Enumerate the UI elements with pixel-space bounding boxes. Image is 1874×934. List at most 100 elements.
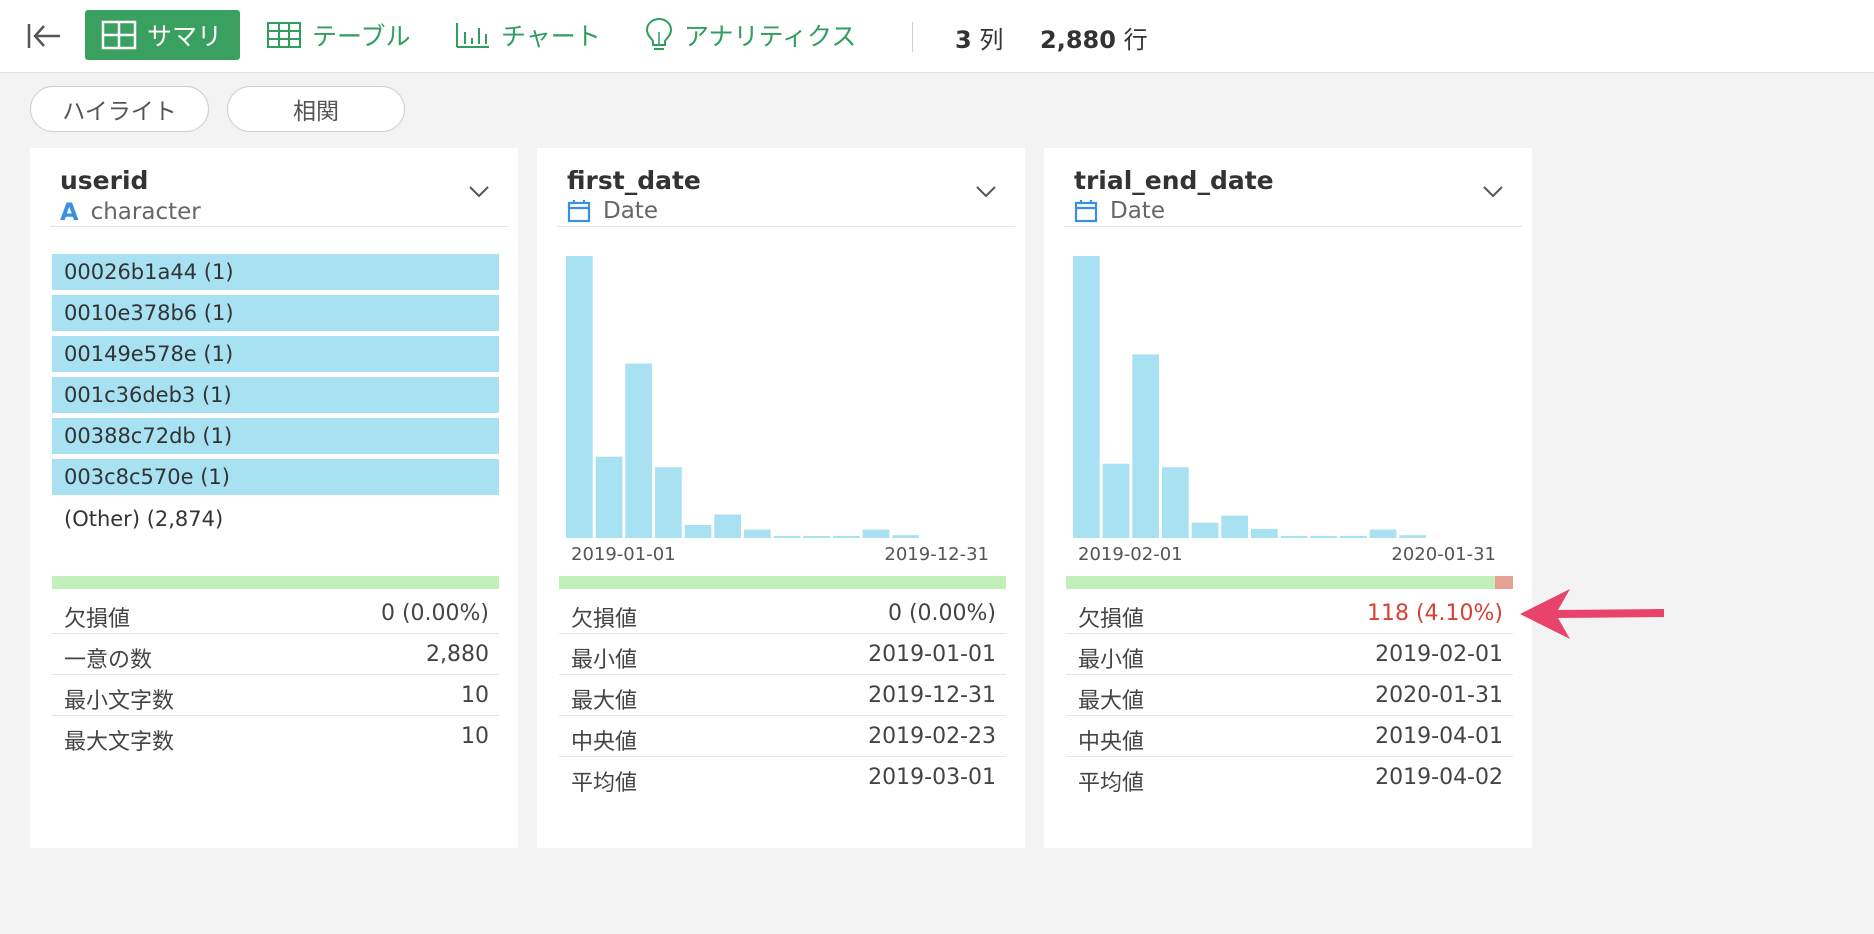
column-count-value: 3	[955, 26, 972, 54]
histogram-bar[interactable]	[773, 536, 801, 538]
histogram-bar[interactable]	[1191, 522, 1219, 538]
quality-bar	[1066, 576, 1513, 589]
column-count: 3 列	[955, 20, 1003, 55]
collapse-back-icon[interactable]	[24, 16, 64, 56]
stat-label: 最小値	[571, 648, 638, 673]
histogram-bar[interactable]	[1162, 467, 1189, 538]
top-value-row[interactable]: 00388c72db (1)	[52, 418, 499, 454]
histogram-bar[interactable]	[1102, 463, 1130, 538]
stat-label: 最小値	[1078, 648, 1145, 673]
tab-table[interactable]: テーブル	[266, 10, 411, 60]
stat-value: 2019-12-31	[868, 683, 996, 708]
histogram[interactable]	[565, 252, 1005, 542]
histogram-bar[interactable]	[1399, 535, 1426, 538]
stat-row: 最小値 2019-02-01	[1066, 635, 1513, 675]
column-name: trial_end_date	[1074, 166, 1274, 195]
highlight-label: ハイライト	[62, 99, 177, 125]
histogram-bar[interactable]	[1132, 354, 1159, 538]
calendar-icon	[1074, 200, 1098, 223]
chevron-down-icon[interactable]	[973, 178, 999, 204]
top-value-label: 00149e578e (1)	[64, 342, 234, 366]
histogram-bar[interactable]	[1369, 529, 1397, 538]
stat-row: 欠損値 0 (0.00%)	[559, 594, 1006, 634]
histogram-bar[interactable]	[684, 525, 712, 538]
stat-label: 最大値	[1078, 689, 1145, 714]
axis-end-label: 2020-01-31	[1391, 544, 1496, 565]
stat-row: 欠損値 118 (4.10%)	[1066, 594, 1513, 634]
column-card-userid: userid A character 00026b1a44 (1) 0010e3…	[30, 148, 518, 848]
histogram-bar[interactable]	[566, 256, 593, 538]
top-value-row[interactable]: 003c8c570e (1)	[52, 459, 499, 495]
missing-segment	[1494, 576, 1513, 589]
column-type: Date	[567, 198, 658, 224]
row-count: 2,880 行	[1040, 20, 1148, 55]
calendar-icon	[567, 200, 591, 223]
histogram-bar[interactable]	[595, 456, 623, 538]
tab-chart[interactable]: チャート	[455, 10, 601, 60]
stat-label: 欠損値	[1078, 607, 1145, 632]
stat-row: 欠損値 0 (0.00%)	[52, 594, 499, 634]
column-card-trial-end-date: trial_end_date Date 2019-02-01 2020-01-3…	[1044, 148, 1532, 848]
stat-label: 最小文字数	[64, 689, 175, 714]
stat-value: 2020-01-31	[1375, 683, 1503, 708]
histogram-bar[interactable]	[744, 529, 771, 538]
bar-chart-icon	[456, 23, 489, 48]
column-type: A character	[60, 198, 201, 226]
lightbulb-icon	[645, 17, 673, 50]
summary-grid-icon	[101, 20, 137, 50]
stat-row: 最小文字数 10	[52, 676, 499, 716]
histogram-bar[interactable]	[862, 529, 890, 538]
top-value-label: 001c36deb3 (1)	[64, 383, 232, 407]
top-value-row[interactable]: 00149e578e (1)	[52, 336, 499, 372]
histogram-bar[interactable]	[1340, 535, 1367, 538]
stat-label: 欠損値	[64, 607, 131, 632]
stat-value: 2019-04-02	[1375, 765, 1503, 790]
histogram-bar[interactable]	[714, 514, 741, 539]
top-value-row[interactable]: 00026b1a44 (1)	[52, 254, 499, 290]
top-value-label: 00026b1a44 (1)	[64, 260, 234, 284]
column-type: Date	[1074, 198, 1165, 224]
stat-value: 2019-01-01	[868, 642, 996, 667]
tab-analytics[interactable]: アナリティクス	[644, 10, 856, 60]
correlation-button[interactable]: 相関	[227, 86, 405, 132]
histogram-bar[interactable]	[1251, 528, 1278, 538]
row-count-value: 2,880	[1040, 26, 1116, 54]
histogram-bar[interactable]	[1073, 256, 1100, 538]
histogram-bar[interactable]	[833, 536, 860, 538]
stat-label: 最大文字数	[64, 730, 175, 755]
stat-value: 0 (0.00%)	[380, 601, 489, 626]
histogram-bar[interactable]	[1221, 515, 1248, 538]
histogram[interactable]	[1072, 252, 1512, 542]
stat-label: 中央値	[1078, 730, 1145, 755]
histogram-bar[interactable]	[892, 535, 919, 538]
top-value-label: 00388c72db (1)	[64, 424, 233, 448]
highlight-button[interactable]: ハイライト	[30, 86, 209, 132]
table-icon	[267, 22, 301, 48]
header-divider	[1064, 226, 1522, 227]
chevron-down-icon[interactable]	[1480, 178, 1506, 204]
top-value-row[interactable]: 001c36deb3 (1)	[52, 377, 499, 413]
histogram-bar[interactable]	[655, 467, 682, 538]
histogram-bar[interactable]	[1280, 535, 1308, 538]
row-count-unit: 行	[1123, 26, 1148, 54]
header-divider	[50, 226, 508, 227]
tab-analytics-label: アナリティクス	[684, 22, 857, 51]
histogram-bar[interactable]	[625, 363, 652, 539]
axis-start-label: 2019-02-01	[1078, 544, 1183, 565]
toolbar-divider	[912, 22, 913, 52]
stat-label: 中央値	[571, 730, 638, 755]
axis-start-label: 2019-01-01	[571, 544, 676, 565]
header-divider	[557, 226, 1015, 227]
top-value-row[interactable]: 0010e378b6 (1)	[52, 295, 499, 331]
quality-bar	[559, 576, 1006, 589]
stat-label: 欠損値	[571, 607, 638, 632]
column-type-label: character	[90, 199, 201, 225]
stat-row: 平均値 2019-04-02	[1066, 758, 1513, 798]
column-count-unit: 列	[979, 26, 1004, 54]
histogram-bar[interactable]	[1310, 535, 1337, 538]
column-card-first-date: first_date Date 2019-01-01 2019-12-31 欠損…	[537, 148, 1025, 848]
histogram-bar[interactable]	[803, 536, 830, 538]
tab-summary[interactable]: サマリ	[85, 10, 241, 60]
stat-row: 一意の数 2,880	[52, 635, 499, 675]
chevron-down-icon[interactable]	[466, 178, 492, 204]
